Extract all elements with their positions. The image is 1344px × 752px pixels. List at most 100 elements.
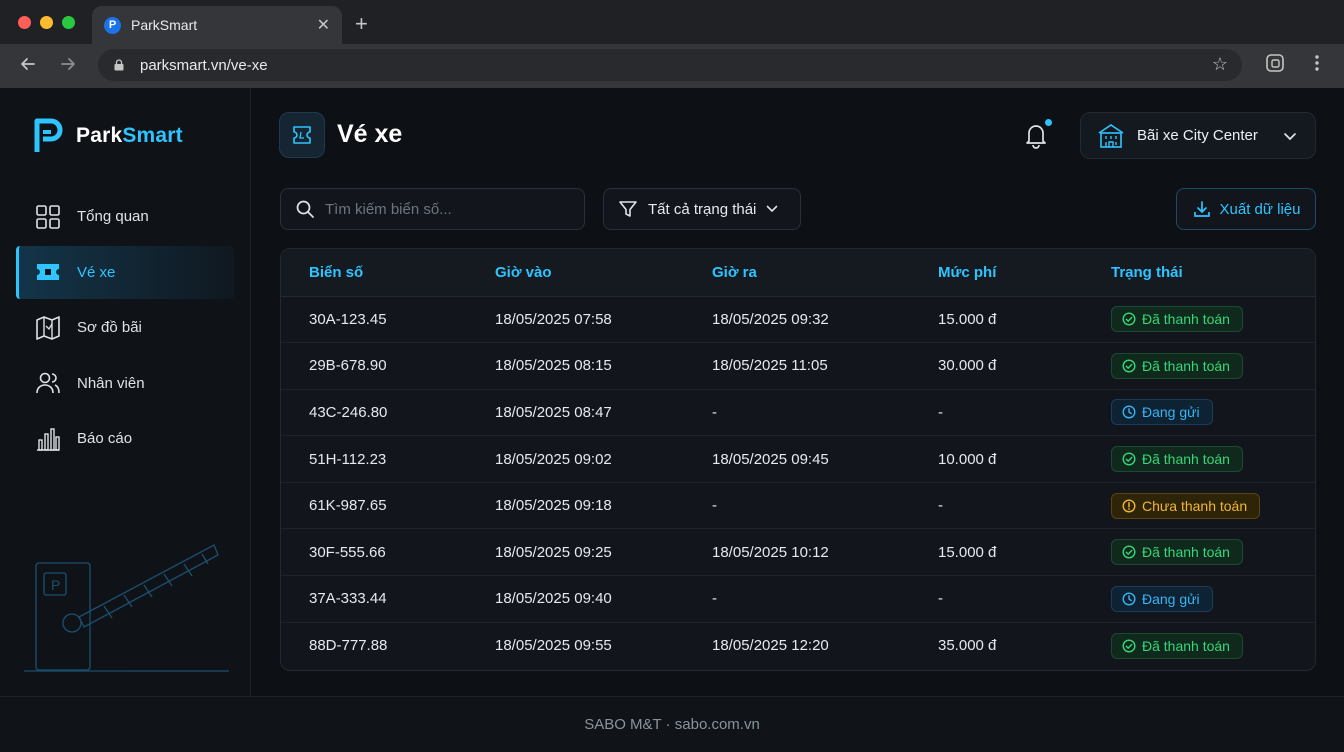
back-icon[interactable] [18, 54, 38, 79]
chevron-down-icon [767, 205, 778, 213]
brand-logo[interactable]: ParkSmart [34, 118, 183, 154]
time-in-cell: 18/05/2025 09:40 [495, 575, 712, 623]
column-header-time-in[interactable]: Giờ vào [495, 249, 712, 297]
sidebar-item-parking-map[interactable]: Sơ đồ bãi [16, 301, 234, 354]
search-input[interactable] [325, 200, 565, 218]
status-badge: Đã thanh toán [1111, 352, 1243, 379]
filter-icon [619, 201, 637, 217]
tickets-table: Biển số Giờ vào Giờ ra Mức phí Trạng thá… [280, 248, 1316, 671]
plate-cell: 61K-987.65 [281, 482, 495, 530]
fee-cell: - [938, 482, 1111, 530]
sidebar-item-tickets[interactable]: Vé xe [16, 245, 234, 299]
sidebar-item-label: Sơ đồ bãi [77, 319, 142, 336]
fee-cell: 15.000 đ [938, 528, 1111, 577]
status-label: Đã thanh toán [1142, 544, 1230, 561]
table-row[interactable]: 51H-112.23 18/05/2025 09:02 18/05/2025 09:… [281, 435, 1315, 483]
status-cell: Đã thanh toán [1111, 622, 1315, 669]
bookmark-star-icon[interactable]: ☆ [1212, 54, 1228, 75]
table-row[interactable]: 29B-678.90 18/05/2025 08:15 18/05/2025 11:… [281, 342, 1315, 390]
status-cell: Đã thanh toán [1111, 528, 1315, 577]
sidebar-item-label: Báo cáo [77, 430, 133, 447]
time-out-cell: - [712, 389, 938, 437]
sidebar-item-label: Vé xe [77, 263, 116, 281]
fee-cell: - [938, 389, 1111, 437]
column-header-plate[interactable]: Biển số [281, 249, 495, 297]
export-data-label: Xuất dữ liệu [1219, 200, 1301, 218]
check-circle-icon [1122, 545, 1136, 559]
extensions-icon[interactable] [1265, 53, 1285, 78]
table-row[interactable]: 43C-246.80 18/05/2025 08:47- - Đang gửi [281, 389, 1315, 437]
status-badge: Đã thanh toán [1111, 446, 1243, 473]
time-in-cell: 18/05/2025 08:47 [495, 389, 712, 437]
check-circle-icon [1122, 452, 1136, 466]
maximize-window-button[interactable] [62, 16, 75, 29]
building-icon [1098, 123, 1124, 148]
browser-menu-icon[interactable] [1313, 53, 1321, 78]
status-cell: Đang gửi [1111, 389, 1315, 437]
time-out-cell: 18/05/2025 09:32 [712, 296, 938, 344]
status-filter-label: Tất cả trạng thái [648, 200, 757, 218]
brand-name: ParkSmart [76, 124, 183, 147]
check-circle-icon [1122, 359, 1136, 373]
status-cell: Đã thanh toán [1111, 342, 1315, 390]
sidebar-item-overview[interactable]: Tổng quan [16, 190, 234, 243]
status-badge: Đang gửi [1111, 585, 1213, 612]
plate-cell: 30A-123.45 [281, 296, 495, 344]
fee-cell: 35.000 đ [938, 637, 997, 655]
table-row[interactable]: 88D-777.88 18/05/2025 09:55 18/05/2025 12:… [281, 622, 1315, 669]
plate-cell: 30F-555.66 [281, 528, 495, 577]
time-in-cell: 18/05/2025 09:18 [495, 482, 712, 530]
status-filter-dropdown[interactable]: Tất cả trạng thái [603, 188, 801, 230]
column-header-time-out[interactable]: Giờ ra [712, 249, 938, 297]
page-title: Vé xe [337, 120, 403, 148]
column-header-fee[interactable]: Mức phí [938, 249, 1111, 297]
tab-title: ParkSmart [131, 17, 198, 33]
chevron-down-icon [1284, 132, 1296, 140]
table-row[interactable]: 30F-555.66 18/05/2025 09:25 18/05/2025 10:… [281, 528, 1315, 577]
search-box[interactable] [280, 188, 585, 230]
status-badge: Chưa thanh toán [1111, 492, 1261, 519]
minimize-window-button[interactable] [40, 16, 53, 29]
ticket-icon [34, 259, 61, 286]
sidebar-menu: Tổng quan Vé xe Sơ đồ bãi Nhân viên Báo … [16, 190, 234, 468]
forward-icon[interactable] [58, 54, 78, 79]
export-data-button[interactable]: Xuất dữ liệu [1176, 188, 1316, 230]
clock-icon [1122, 405, 1136, 419]
sidebar-item-staff[interactable]: Nhân viên [16, 357, 234, 410]
status-label: Đã thanh toán [1142, 357, 1230, 374]
address-bar[interactable]: parksmart.vn/ve-xe ☆ [98, 49, 1242, 81]
clock-icon [1122, 592, 1136, 606]
table-header-row: Biển số Giờ vào Giờ ra Mức phí Trạng thá… [281, 249, 1315, 297]
sidebar-item-reports[interactable]: Báo cáo [16, 412, 234, 465]
tab-bar: P ParkSmart ✕ + [0, 0, 1344, 44]
time-out-cell: - [712, 575, 938, 623]
close-tab-icon[interactable]: ✕ [317, 15, 330, 35]
table-row[interactable]: 30A-123.45 18/05/2025 07:58 18/05/2025 09:… [281, 296, 1315, 344]
table-row[interactable]: 61K-987.65 18/05/2025 09:18- - Chưa thanh t… [281, 482, 1315, 530]
parking-lot-name: Bãi xe City Center [1137, 127, 1258, 144]
browser-tab[interactable]: P ParkSmart ✕ [92, 6, 342, 44]
svg-text:P: P [51, 577, 60, 593]
check-circle-icon [1122, 639, 1136, 653]
window-controls [18, 16, 75, 29]
table-body: 30A-123.45 18/05/2025 07:58 18/05/2025 09:… [281, 296, 1315, 669]
notification-badge [1045, 119, 1052, 126]
status-cell: Đang gửi [1111, 575, 1315, 623]
fee-cell: 30.000 đ [938, 342, 1111, 390]
status-badge: Đã thanh toán [1111, 539, 1243, 566]
status-cell: Đã thanh toán [1111, 296, 1315, 344]
time-in-cell: 18/05/2025 07:58 [495, 296, 712, 344]
status-label: Đã thanh toán [1142, 311, 1230, 328]
new-tab-icon[interactable]: + [355, 11, 368, 37]
time-in-cell: 18/05/2025 08:15 [495, 342, 712, 390]
time-in-cell: 18/05/2025 09:25 [495, 528, 712, 577]
parking-lot-selector[interactable]: Bãi xe City Center [1080, 112, 1316, 159]
table-row[interactable]: 37A-333.44 18/05/2025 09:40- - Đang gửi [281, 575, 1315, 623]
status-label: Đang gửi [1142, 404, 1200, 421]
column-header-status[interactable]: Trạng thái [1111, 249, 1315, 297]
fee-cell: - [938, 575, 1111, 623]
status-label: Đã thanh toán [1142, 451, 1230, 468]
status-cell: Đã thanh toán [1111, 435, 1315, 483]
close-window-button[interactable] [18, 16, 31, 29]
footer-text: SABO M&T · sabo.com.vn [584, 716, 760, 733]
